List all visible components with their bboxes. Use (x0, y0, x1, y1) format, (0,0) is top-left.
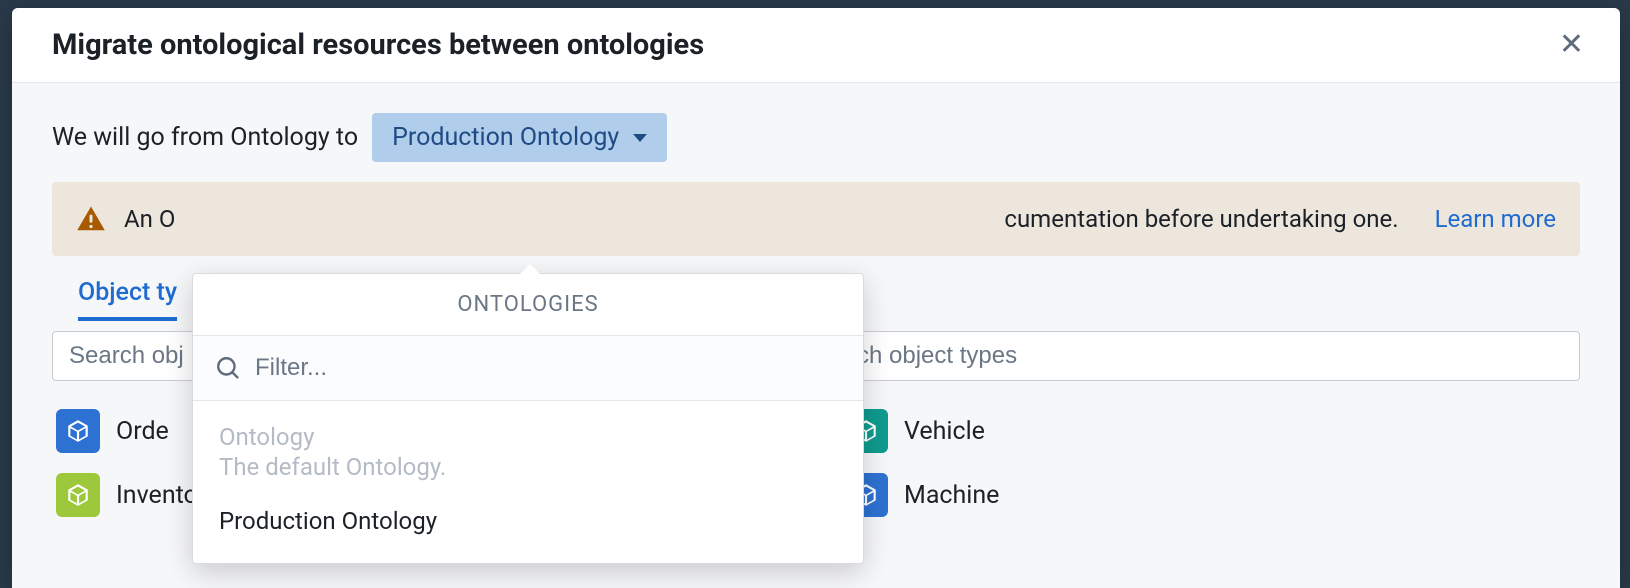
close-icon[interactable]: ✕ (1551, 26, 1592, 64)
dropdown-option-title: Ontology (219, 423, 837, 451)
list-item-label: Machine (904, 481, 999, 510)
warning-banner: An O cumentation before undertaking one.… (52, 182, 1580, 256)
list-item-label: Vehicle (904, 417, 985, 446)
warning-icon (76, 204, 106, 234)
dropdown-filter-row (193, 335, 863, 401)
direction-prefix: We will go from Ontology to (52, 123, 358, 152)
ontology-dropdown: ONTOLOGIES Ontology The default Ontology… (192, 273, 864, 564)
caret-down-icon (633, 134, 647, 142)
list-item-label: Orde (116, 417, 169, 446)
learn-more-link[interactable]: Learn more (1435, 205, 1556, 233)
dropdown-heading: ONTOLOGIES (193, 274, 863, 335)
dropdown-filter-input[interactable] (255, 354, 841, 382)
warning-text-right: cumentation before undertaking one. (1004, 205, 1398, 233)
dropdown-option-subtitle: The default Ontology. (219, 453, 837, 481)
warning-text-left: An O (124, 205, 175, 233)
list-item[interactable]: Machine (840, 463, 1580, 527)
target-search-input[interactable] (840, 331, 1580, 381)
target-column: Vehicle Machine (840, 331, 1580, 527)
dropdown-option-production[interactable]: Production Ontology (193, 499, 863, 543)
cube-icon (56, 409, 100, 453)
dropdown-option-title: Production Ontology (219, 507, 837, 535)
tab-object-types[interactable]: Object ty (78, 278, 177, 321)
modal-header: Migrate ontological resources between on… (12, 8, 1620, 83)
target-ontology-select[interactable]: Production Ontology (372, 113, 667, 162)
list-item[interactable]: Vehicle (840, 399, 1580, 463)
target-ontology-label: Production Ontology (392, 123, 619, 152)
search-icon (215, 355, 241, 381)
dropdown-list: Ontology The default Ontology. Productio… (193, 401, 863, 563)
migrate-modal: Migrate ontological resources between on… (12, 8, 1620, 588)
modal-title: Migrate ontological resources between on… (52, 28, 704, 62)
cube-icon (56, 473, 100, 517)
modal-body: We will go from Ontology to Production O… (12, 83, 1620, 588)
direction-line: We will go from Ontology to Production O… (52, 113, 1580, 162)
dropdown-option-default: Ontology The default Ontology. (193, 415, 863, 489)
